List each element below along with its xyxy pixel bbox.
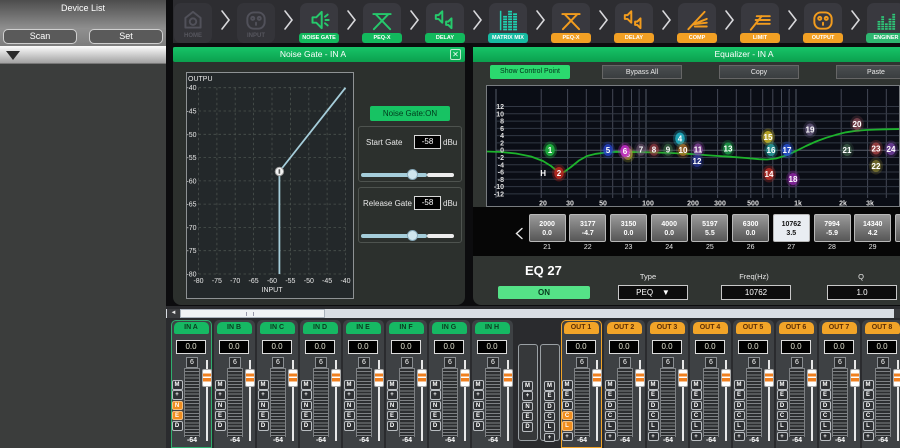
svg-text:0: 0 — [500, 148, 504, 155]
svg-text:-6: -6 — [498, 170, 504, 177]
svg-text:-60: -60 — [187, 178, 197, 185]
svg-text:24: 24 — [887, 145, 896, 154]
svg-text:-65: -65 — [187, 202, 197, 209]
svg-text:-45: -45 — [322, 278, 332, 285]
svg-text:-4: -4 — [498, 162, 504, 169]
svg-text:2: 2 — [557, 169, 562, 178]
svg-text:OUTPU: OUTPU — [188, 76, 213, 83]
svg-text:23: 23 — [872, 144, 881, 153]
svg-text:INPUT: INPUT — [262, 287, 284, 294]
svg-text:-45: -45 — [187, 109, 197, 116]
svg-text:-40: -40 — [187, 85, 197, 92]
svg-text:12: 12 — [496, 104, 504, 111]
svg-text:-65: -65 — [249, 278, 259, 285]
svg-text:2: 2 — [500, 140, 504, 147]
svg-text:-50: -50 — [304, 278, 314, 285]
svg-text:16: 16 — [767, 146, 776, 155]
svg-text:10: 10 — [496, 111, 504, 118]
svg-text:-55: -55 — [285, 278, 295, 285]
svg-text:-75: -75 — [212, 278, 222, 285]
svg-text:22: 22 — [872, 162, 881, 171]
svg-text:5: 5 — [606, 146, 611, 155]
svg-text:-75: -75 — [187, 248, 197, 255]
svg-text:-12: -12 — [494, 191, 504, 198]
svg-text:12: 12 — [693, 157, 702, 166]
svg-text:-40: -40 — [340, 278, 350, 285]
svg-text:6: 6 — [500, 126, 504, 133]
svg-text:-2: -2 — [498, 155, 504, 162]
svg-text:-80: -80 — [193, 278, 203, 285]
svg-text:-70: -70 — [187, 225, 197, 232]
svg-text:-70: -70 — [230, 278, 240, 285]
svg-text:-10: -10 — [494, 184, 504, 191]
svg-text:17: 17 — [783, 146, 792, 155]
svg-text:7: 7 — [639, 146, 644, 155]
svg-text:-8: -8 — [498, 177, 504, 184]
svg-text:8: 8 — [652, 146, 657, 155]
svg-text:15: 15 — [764, 133, 773, 142]
svg-text:8: 8 — [500, 119, 504, 126]
svg-text:H: H — [540, 169, 546, 178]
svg-text:19: 19 — [806, 125, 815, 134]
svg-text:21: 21 — [843, 146, 852, 155]
svg-text:14: 14 — [765, 170, 774, 179]
svg-text:9: 9 — [666, 146, 671, 155]
svg-text:-60: -60 — [267, 278, 277, 285]
svg-text:-55: -55 — [187, 155, 197, 162]
svg-text:6: 6 — [623, 147, 628, 156]
svg-text:4: 4 — [500, 133, 504, 140]
svg-text:18: 18 — [789, 175, 798, 184]
svg-text:1: 1 — [548, 146, 553, 155]
svg-text:13: 13 — [724, 144, 733, 153]
svg-text:20: 20 — [853, 120, 862, 129]
svg-text:10: 10 — [679, 146, 688, 155]
svg-text:-50: -50 — [187, 132, 197, 139]
